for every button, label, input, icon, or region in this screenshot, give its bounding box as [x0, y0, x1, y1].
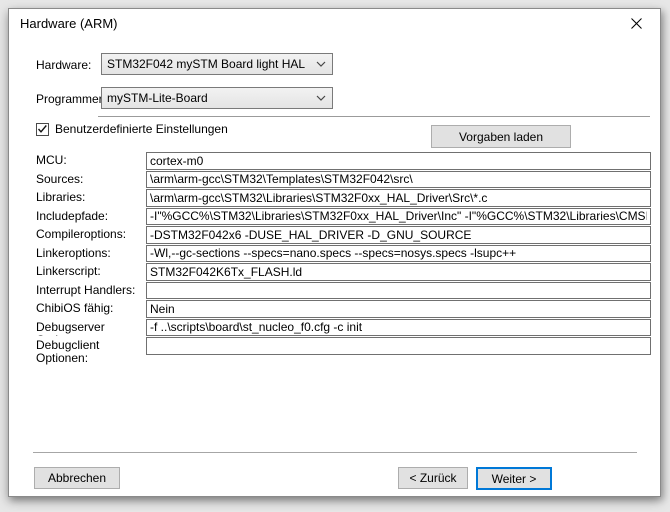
- hardware-select[interactable]: STM32F042 mySTM Board light HAL: [101, 53, 333, 75]
- hardware-selected-value: STM32F042 mySTM Board light HAL: [102, 57, 310, 71]
- input-includepfade[interactable]: [146, 208, 651, 226]
- field-row-interrupt-handlers: Interrupt Handlers:: [36, 282, 651, 300]
- close-icon: [631, 18, 642, 29]
- bottom-separator: [33, 452, 637, 453]
- programmer-label: Programmer:: [36, 92, 106, 106]
- field-row-linkerscript: Linkerscript:: [36, 263, 651, 281]
- field-row-debugclient-optionen: DebugclientOptionen:: [36, 337, 651, 355]
- close-button[interactable]: [616, 9, 656, 37]
- input-sources[interactable]: [146, 171, 651, 189]
- chevron-down-icon: [310, 61, 332, 67]
- input-linkeroptions[interactable]: [146, 245, 651, 263]
- field-label-libraries: Libraries:: [36, 189, 146, 207]
- field-label-debugserver-optionen: DebugserverOptionen:: [36, 319, 146, 337]
- input-compileroptions[interactable]: [146, 226, 651, 244]
- field-label-debugclient-optionen: DebugclientOptionen:: [36, 337, 146, 355]
- field-row-includepfade: Includepfade:: [36, 208, 651, 226]
- hardware-label: Hardware:: [36, 58, 91, 72]
- input-linkerscript[interactable]: [146, 263, 651, 281]
- field-row-linkeroptions: Linkeroptions:: [36, 245, 651, 263]
- field-label-interrupt-handlers: Interrupt Handlers:: [36, 282, 146, 300]
- field-row-compileroptions: Compileroptions:: [36, 226, 651, 244]
- input-mcu[interactable]: [146, 152, 651, 170]
- input-debugserver-optionen[interactable]: [146, 319, 651, 337]
- field-row-debugserver-optionen: DebugserverOptionen:: [36, 319, 651, 337]
- field-row-chibios-faehig: ChibiOS fähig:: [36, 300, 651, 318]
- field-label-compileroptions: Compileroptions:: [36, 226, 146, 244]
- field-label-includepfade: Includepfade:: [36, 208, 146, 226]
- dialog-title: Hardware (ARM): [20, 16, 118, 31]
- fields-container: MCU:Sources:Libraries:Includepfade:Compi…: [36, 152, 651, 355]
- programmer-selected-value: mySTM-Lite-Board: [102, 91, 310, 105]
- field-label-linkeroptions: Linkeroptions:: [36, 245, 146, 263]
- load-defaults-button[interactable]: Vorgaben laden: [431, 125, 571, 148]
- input-debugclient-optionen[interactable]: [146, 337, 651, 355]
- custom-settings-checkbox[interactable]: Benutzerdefinierte Einstellungen: [36, 122, 228, 136]
- input-libraries[interactable]: [146, 189, 651, 207]
- top-separator: [98, 116, 650, 117]
- chevron-down-icon: [310, 95, 332, 101]
- field-label-linkerscript: Linkerscript:: [36, 263, 146, 281]
- input-interrupt-handlers[interactable]: [146, 282, 651, 300]
- titlebar: Hardware (ARM): [9, 9, 660, 39]
- input-chibios-faehig[interactable]: [146, 300, 651, 318]
- checkbox-checked-icon: [36, 123, 49, 136]
- back-button[interactable]: < Zurück: [398, 467, 468, 489]
- field-row-mcu: MCU:: [36, 152, 651, 170]
- hardware-arm-dialog: Hardware (ARM) Hardware: STM32F042 mySTM…: [8, 8, 661, 497]
- programmer-select[interactable]: mySTM-Lite-Board: [101, 87, 333, 109]
- custom-settings-label: Benutzerdefinierte Einstellungen: [55, 122, 228, 136]
- field-label-chibios-faehig: ChibiOS fähig:: [36, 300, 146, 318]
- field-row-sources: Sources:: [36, 171, 651, 189]
- field-label-sources: Sources:: [36, 171, 146, 189]
- field-row-libraries: Libraries:: [36, 189, 651, 207]
- cancel-button[interactable]: Abbrechen: [34, 467, 120, 489]
- next-button[interactable]: Weiter >: [476, 467, 552, 490]
- field-label-mcu: MCU:: [36, 152, 146, 170]
